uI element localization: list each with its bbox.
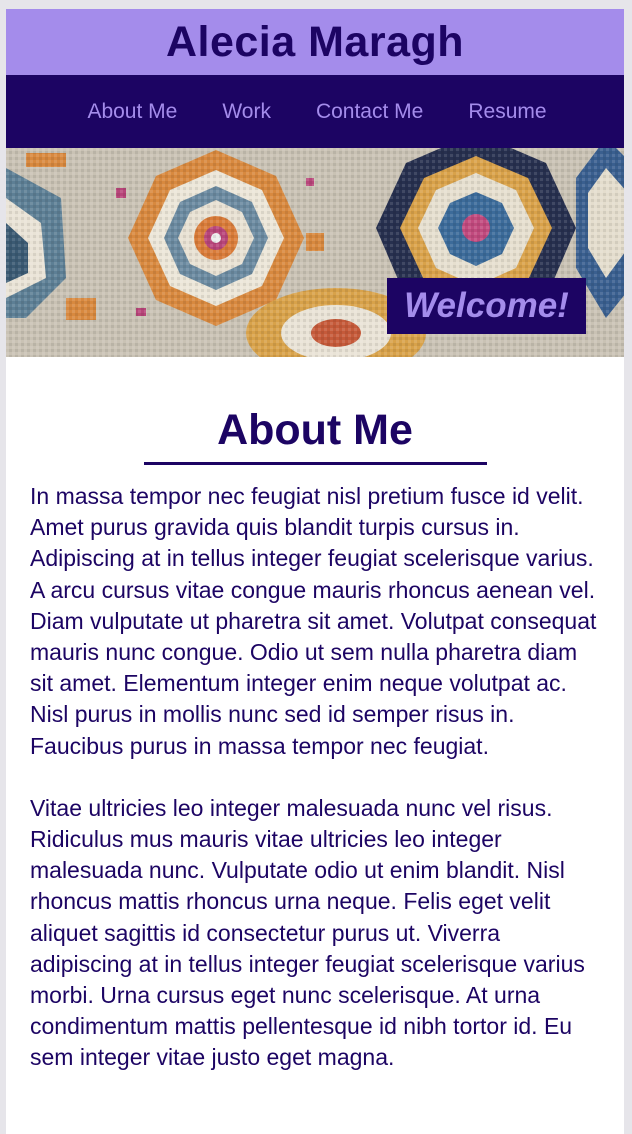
about-paragraph-1: In massa tempor nec feugiat nisl pretium… [30, 483, 597, 759]
nav-link-work[interactable]: Work [222, 100, 271, 124]
welcome-banner: Welcome! [387, 278, 586, 334]
nav-link-contact-me[interactable]: Contact Me [316, 100, 423, 124]
site-title: Alecia Maragh [165, 17, 465, 66]
hero-banner: Welcome! [6, 148, 624, 357]
welcome-text: Welcome! [404, 286, 569, 325]
nav-link-resume[interactable]: Resume [468, 100, 546, 124]
site-header: Alecia Maragh [6, 9, 624, 75]
about-me-heading: About Me [217, 406, 413, 454]
heading-underline [143, 462, 487, 465]
nav-link-about-me[interactable]: About Me [87, 100, 177, 124]
about-paragraph-2: Vitae ultricies leo integer malesuada nu… [30, 794, 585, 1071]
page: Alecia Maragh About Me Work Contact Me R… [6, 9, 624, 1134]
main-nav: About Me Work Contact Me Resume [6, 75, 624, 148]
main-content: About Me In massa tempor nec feugiat nis… [6, 405, 624, 1074]
